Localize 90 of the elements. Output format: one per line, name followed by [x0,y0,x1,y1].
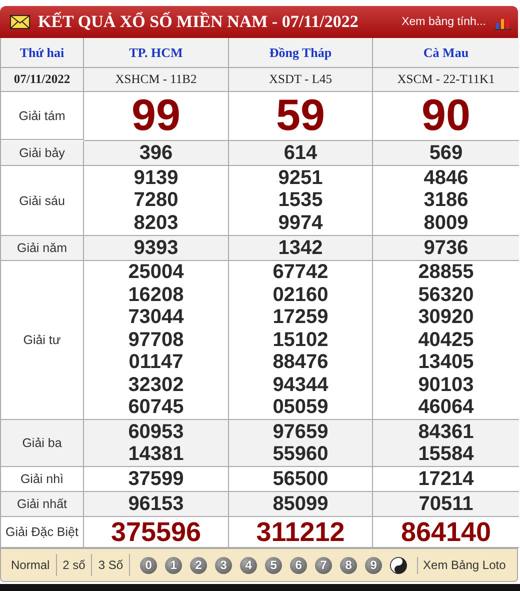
result-number: 37599 [128,468,184,491]
result-number: 396 [139,142,173,165]
mode-tab[interactable]: 3 Số [92,554,130,576]
result-number: 311212 [256,518,345,548]
result-number: 90103 [418,374,474,396]
result-number: 30920 [418,306,474,329]
result-number: 99 [132,92,180,140]
digit-button[interactable]: 5 [265,556,282,574]
prize-name: Giải tám [18,108,66,122]
draw-code: XSCM - 22-T11K1 [397,72,495,87]
result-number: 4846 [424,166,468,190]
bar-chart-icon[interactable] [494,14,512,30]
result-number: 97659 [272,420,328,444]
result-number: 9974 [278,212,323,234]
prize-name: Giải tư [23,333,61,348]
column-header: Đồng Tháp [269,44,332,60]
digit-button[interactable]: 9 [365,556,382,574]
result-number: 56320 [418,284,474,306]
column-header: Cà Mau [423,44,469,60]
result-number: 60745 [128,396,184,419]
result-number: 55960 [272,443,328,466]
result-number: 1535 [278,189,323,212]
result-number: 84361 [418,420,474,444]
result-number: 56500 [272,468,328,491]
result-number: 59 [276,92,325,140]
result-number: 9139 [134,166,178,190]
loto-table-link[interactable]: Xem Bảng Loto [418,558,506,572]
result-number: 96153 [128,493,184,516]
digit-button[interactable]: 4 [240,556,258,574]
result-number: 67742 [272,261,328,284]
prize-name: Giải bảy [19,146,65,160]
result-number: 9393 [134,236,178,260]
result-number: 17214 [418,468,474,491]
column-header: Thứ hai [20,44,64,60]
page-title: KẾT QUẢ XỔ SỐ MIỀN NAM - 07/11/2022 [38,12,360,32]
result-number: 05059 [272,396,328,419]
prize-name: Giải Đặc Biệt [6,525,78,540]
prize-name: Giải năm [16,240,68,255]
result-number: 3186 [424,189,468,212]
column-header: TP. HCM [129,44,183,60]
digit-button[interactable]: 0 [140,556,158,574]
result-number: 17259 [272,306,328,329]
result-number: 90 [422,92,470,140]
result-number: 14381 [128,443,184,466]
result-number: 13405 [418,351,474,374]
digit-button[interactable]: 7 [315,556,332,574]
draw-code: XSHCM - 11B2 [115,72,197,87]
result-number: 9251 [278,166,323,190]
result-number: 8009 [424,212,468,234]
prize-name: Giải ba [22,436,62,450]
prize-name: Giải nhì [20,472,64,486]
draw-code: XSDT - L45 [269,72,332,87]
result-number: 15102 [272,328,328,352]
result-number: 02160 [272,284,328,306]
draw-date: 07/11/2022 [14,72,70,87]
digit-button[interactable]: 2 [190,556,208,574]
result-number: 28855 [418,261,474,284]
result-number: 7280 [134,189,178,212]
result-number: 614 [284,142,318,165]
result-number: 9736 [424,236,468,260]
result-number: 16208 [128,284,184,306]
mode-tab[interactable]: 2 số [56,554,92,576]
result-number: 8203 [134,212,178,234]
yin-yang-icon[interactable] [390,556,408,574]
result-number: 864140 [400,518,492,548]
result-number: 70511 [418,493,474,516]
result-number: 73044 [128,306,184,329]
prize-name: Giải sáu [19,194,65,208]
result-number: 60953 [128,420,184,444]
result-number: 569 [429,142,463,165]
result-number: 15584 [418,443,474,466]
result-number: 94344 [272,374,328,396]
result-number: 46064 [418,396,474,419]
result-number: 88476 [272,351,328,374]
envelope-icon [10,15,30,29]
result-number: 1342 [278,236,323,260]
digit-button[interactable]: 1 [165,556,182,574]
view-table-link[interactable]: Xem bảng tính... [402,16,486,28]
result-number: 97708 [128,328,184,352]
digit-button[interactable]: 8 [340,556,358,574]
result-number: 01147 [128,351,184,374]
digit-button[interactable]: 3 [215,556,232,574]
mode-tab[interactable]: Normal [5,554,57,576]
digit-button[interactable]: 6 [290,556,308,574]
result-number: 40425 [418,328,474,352]
prize-name: Giải nhất [16,497,68,512]
result-number: 85099 [272,493,328,516]
result-number: 375596 [110,518,202,548]
result-number: 32302 [128,374,184,396]
result-number: 25004 [128,261,184,284]
